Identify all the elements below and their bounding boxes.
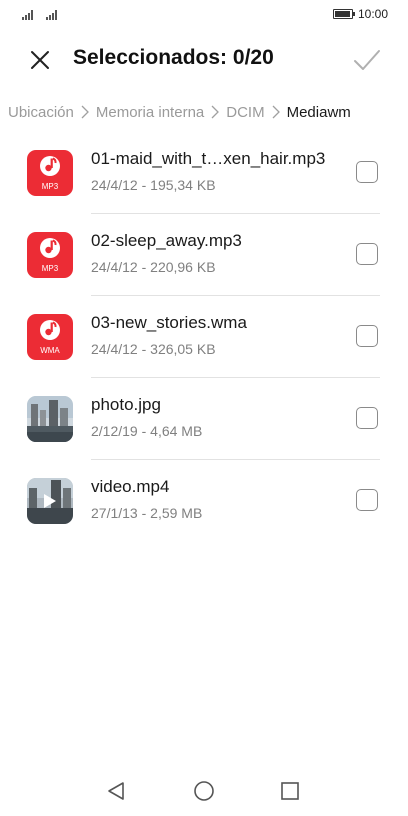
music-file-icon: WMA: [27, 314, 73, 360]
back-triangle-icon: [108, 782, 124, 800]
image-thumbnail: [27, 396, 73, 442]
system-nav-bar: [0, 766, 408, 816]
chevron-right-icon: [81, 105, 89, 119]
play-icon: [44, 494, 56, 508]
signal-icon: [46, 8, 57, 20]
battery-level: [335, 11, 350, 17]
status-bar: 10:00: [0, 0, 408, 30]
music-file-icon: MP3: [27, 232, 73, 278]
confirm-button[interactable]: [350, 43, 384, 77]
select-checkbox[interactable]: [356, 325, 378, 347]
file-row-maid-with-the-flaxen-hair[interactable]: MP3 01-maid_with_t…xen_hair.mp3 24/4/12 …: [0, 132, 408, 214]
breadcrumb-item-memoria-interna[interactable]: Memoria interna: [96, 104, 204, 121]
file-meta: 24/4/12 - 220,96 KB: [91, 259, 216, 275]
file-meta: 27/1/13 - 2,59 MB: [91, 505, 203, 521]
app-bar: Seleccionados: 0/20: [0, 30, 408, 90]
breadcrumb-item-ubicacion[interactable]: Ubicación: [8, 104, 74, 121]
breadcrumb-item-dcim[interactable]: DCIM: [226, 104, 264, 121]
back-button[interactable]: [104, 779, 128, 803]
file-name: 02-sleep_away.mp3: [91, 231, 242, 250]
recents-square-icon: [281, 782, 299, 800]
file-name: video.mp4: [91, 477, 170, 496]
file-list: MP3 01-maid_with_t…xen_hair.mp3 24/4/12 …: [0, 132, 408, 542]
home-circle-icon: [194, 781, 214, 801]
check-icon: [354, 50, 380, 70]
file-meta: 24/4/12 - 195,34 KB: [91, 177, 216, 193]
breadcrumb-item-mediawm: Mediawm: [286, 103, 351, 121]
select-checkbox[interactable]: [356, 161, 378, 183]
file-row-sleep-away[interactable]: MP3 02-sleep_away.mp3 24/4/12 - 220,96 K…: [0, 214, 408, 296]
recents-button[interactable]: [278, 779, 302, 803]
chevron-right-icon: [272, 105, 280, 119]
battery-icon: [333, 9, 355, 19]
page-title: Seleccionados: 0/20: [73, 46, 274, 69]
file-row-photo[interactable]: photo.jpg 2/12/19 - 4,64 MB: [0, 378, 408, 460]
chevron-right-icon: [211, 105, 220, 119]
file-extension-label: MP3: [41, 182, 59, 191]
signal-icon: [22, 8, 33, 20]
file-name: 01-maid_with_t…xen_hair.mp3: [91, 149, 326, 168]
home-button[interactable]: [192, 779, 216, 803]
select-checkbox[interactable]: [356, 243, 378, 265]
music-file-icon: MP3: [27, 150, 73, 196]
file-extension-label: MP3: [41, 264, 59, 273]
video-thumbnail: [27, 478, 73, 524]
select-checkbox[interactable]: [356, 489, 378, 511]
select-checkbox[interactable]: [356, 407, 378, 429]
file-meta: 2/12/19 - 4,64 MB: [91, 423, 203, 439]
close-icon: [31, 51, 49, 69]
file-meta: 24/4/12 - 326,05 KB: [91, 341, 216, 357]
file-name: photo.jpg: [91, 395, 161, 414]
file-name: 03-new_stories.wma: [91, 313, 247, 332]
breadcrumb: Ubicación Memoria interna DCIM Mediawm: [8, 100, 351, 124]
file-row-video[interactable]: video.mp4 27/1/13 - 2,59 MB: [0, 460, 408, 542]
close-button[interactable]: [24, 44, 56, 76]
file-row-new-stories[interactable]: WMA 03-new_stories.wma 24/4/12 - 326,05 …: [0, 296, 408, 378]
file-extension-label: WMA: [40, 346, 60, 355]
status-clock: 10:00: [358, 7, 389, 21]
